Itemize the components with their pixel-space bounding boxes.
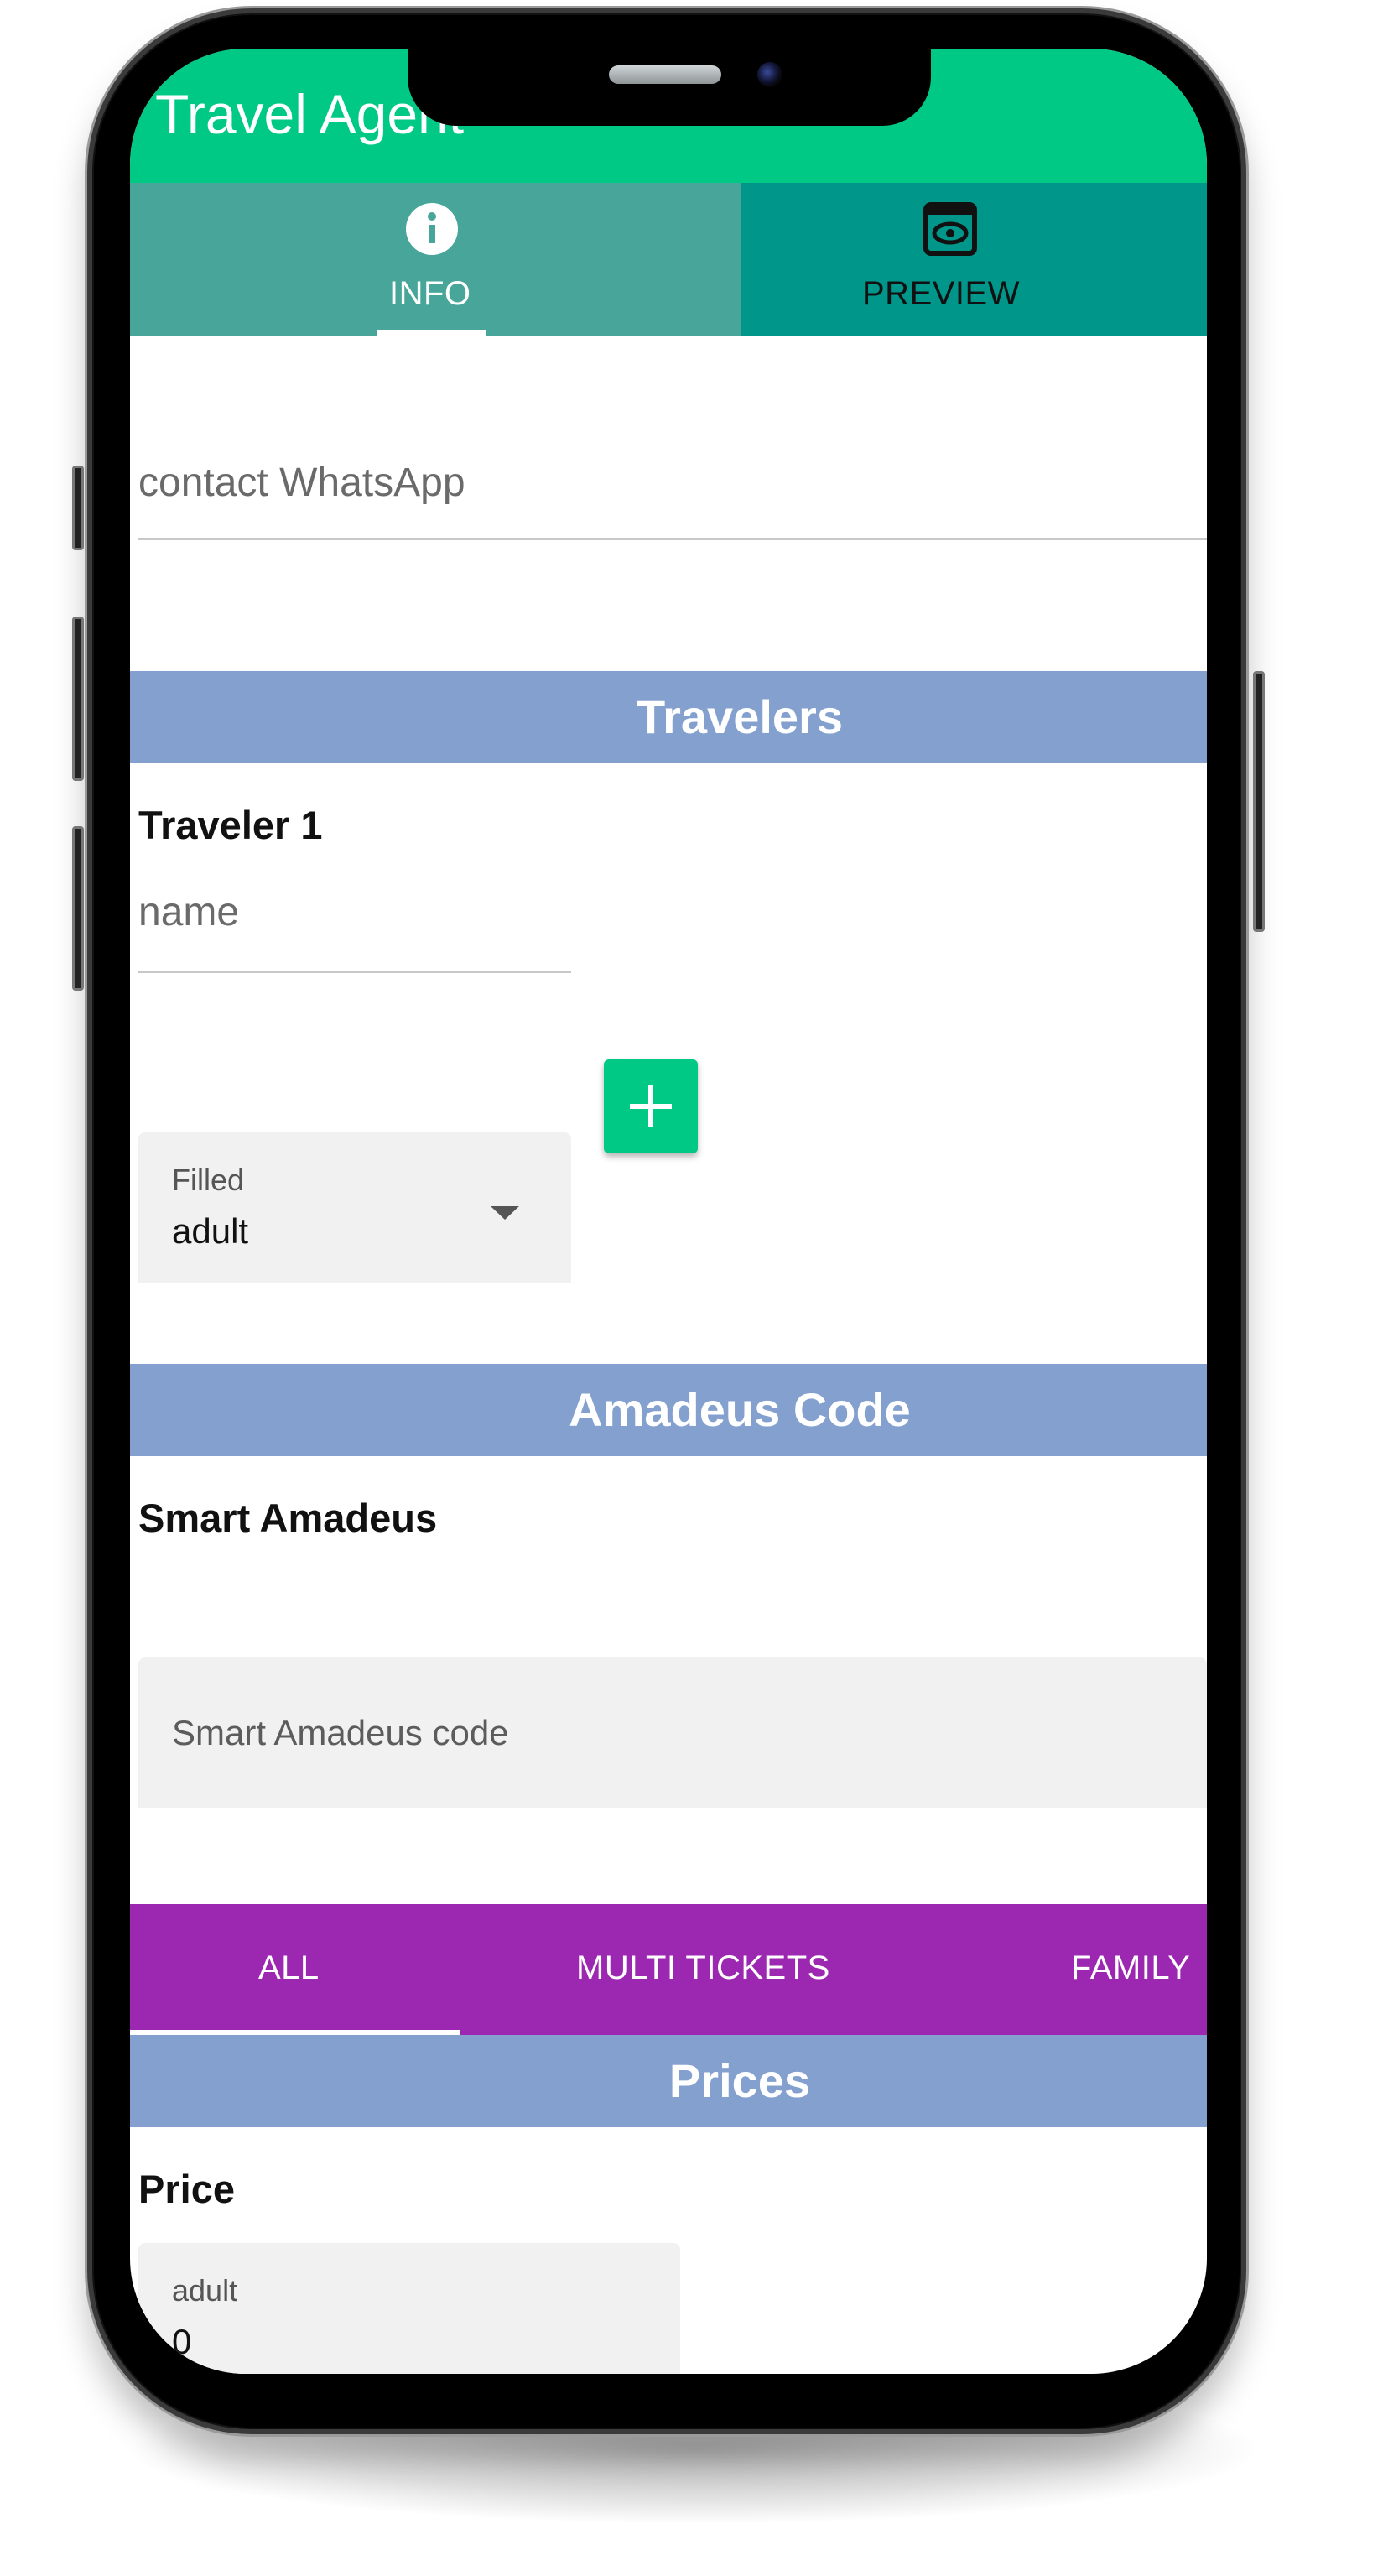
amadeus-section-header: Amadeus Code: [130, 1364, 1207, 1456]
chevron-down-icon: [491, 1206, 519, 1220]
tab-all[interactable]: ALL: [258, 1904, 320, 2035]
tab-info-label: INFO: [389, 275, 471, 312]
adult-price-value: 0: [172, 2322, 192, 2361]
front-camera: [757, 62, 782, 87]
tab-info[interactable]: INFO: [130, 183, 741, 336]
power-button: [1253, 671, 1265, 932]
tab-multi-tickets[interactable]: MULTI TICKETS: [576, 1904, 830, 2035]
mute-switch: [72, 466, 84, 550]
contact-whatsapp-field[interactable]: contact WhatsApp: [138, 433, 1207, 540]
price-label: Price: [138, 2167, 235, 2211]
travelers-section-header: Travelers: [130, 671, 1207, 763]
traveler-name-field[interactable]: name: [138, 859, 571, 973]
phone-screen: Travel Agent INFO PREVIEW contact WhatsA…: [130, 49, 1207, 2374]
traveler-type-label: Filled: [172, 1163, 245, 1197]
traveler-type-select[interactable]: Filled adult: [138, 1132, 571, 1283]
tab-family[interactable]: FAMILY: [1071, 1904, 1190, 2035]
add-traveler-button[interactable]: [604, 1059, 698, 1153]
eye-preview-icon: [923, 201, 978, 261]
prices-section-header: Prices: [130, 2035, 1207, 2127]
smart-amadeus-label: Smart Amadeus: [138, 1496, 438, 1540]
adult-price-field[interactable]: adult 0: [138, 2243, 680, 2374]
speaker: [609, 65, 721, 84]
volume-up-button: [72, 617, 84, 781]
adult-price-label: adult: [172, 2273, 238, 2308]
smart-amadeus-code-placeholder: Smart Amadeus code: [172, 1713, 509, 1752]
tab-preview[interactable]: PREVIEW: [741, 183, 1207, 336]
tab-active-indicator: [377, 330, 486, 336]
info-icon: [404, 201, 460, 261]
traveler-1-label: Traveler 1: [138, 803, 323, 847]
notch: [408, 49, 931, 126]
tab-preview-label: PREVIEW: [862, 275, 1020, 312]
price-tab-bar: ALL MULTI TICKETS FAMILY: [130, 1904, 1207, 2035]
traveler-type-value: adult: [172, 1211, 249, 1251]
volume-down-button: [72, 826, 84, 991]
smart-amadeus-code-field[interactable]: Smart Amadeus code: [138, 1657, 1207, 1808]
top-tab-bar: INFO PREVIEW: [130, 183, 1207, 336]
contact-whatsapp-placeholder: contact WhatsApp: [138, 461, 465, 505]
traveler-name-placeholder: name: [138, 890, 240, 934]
